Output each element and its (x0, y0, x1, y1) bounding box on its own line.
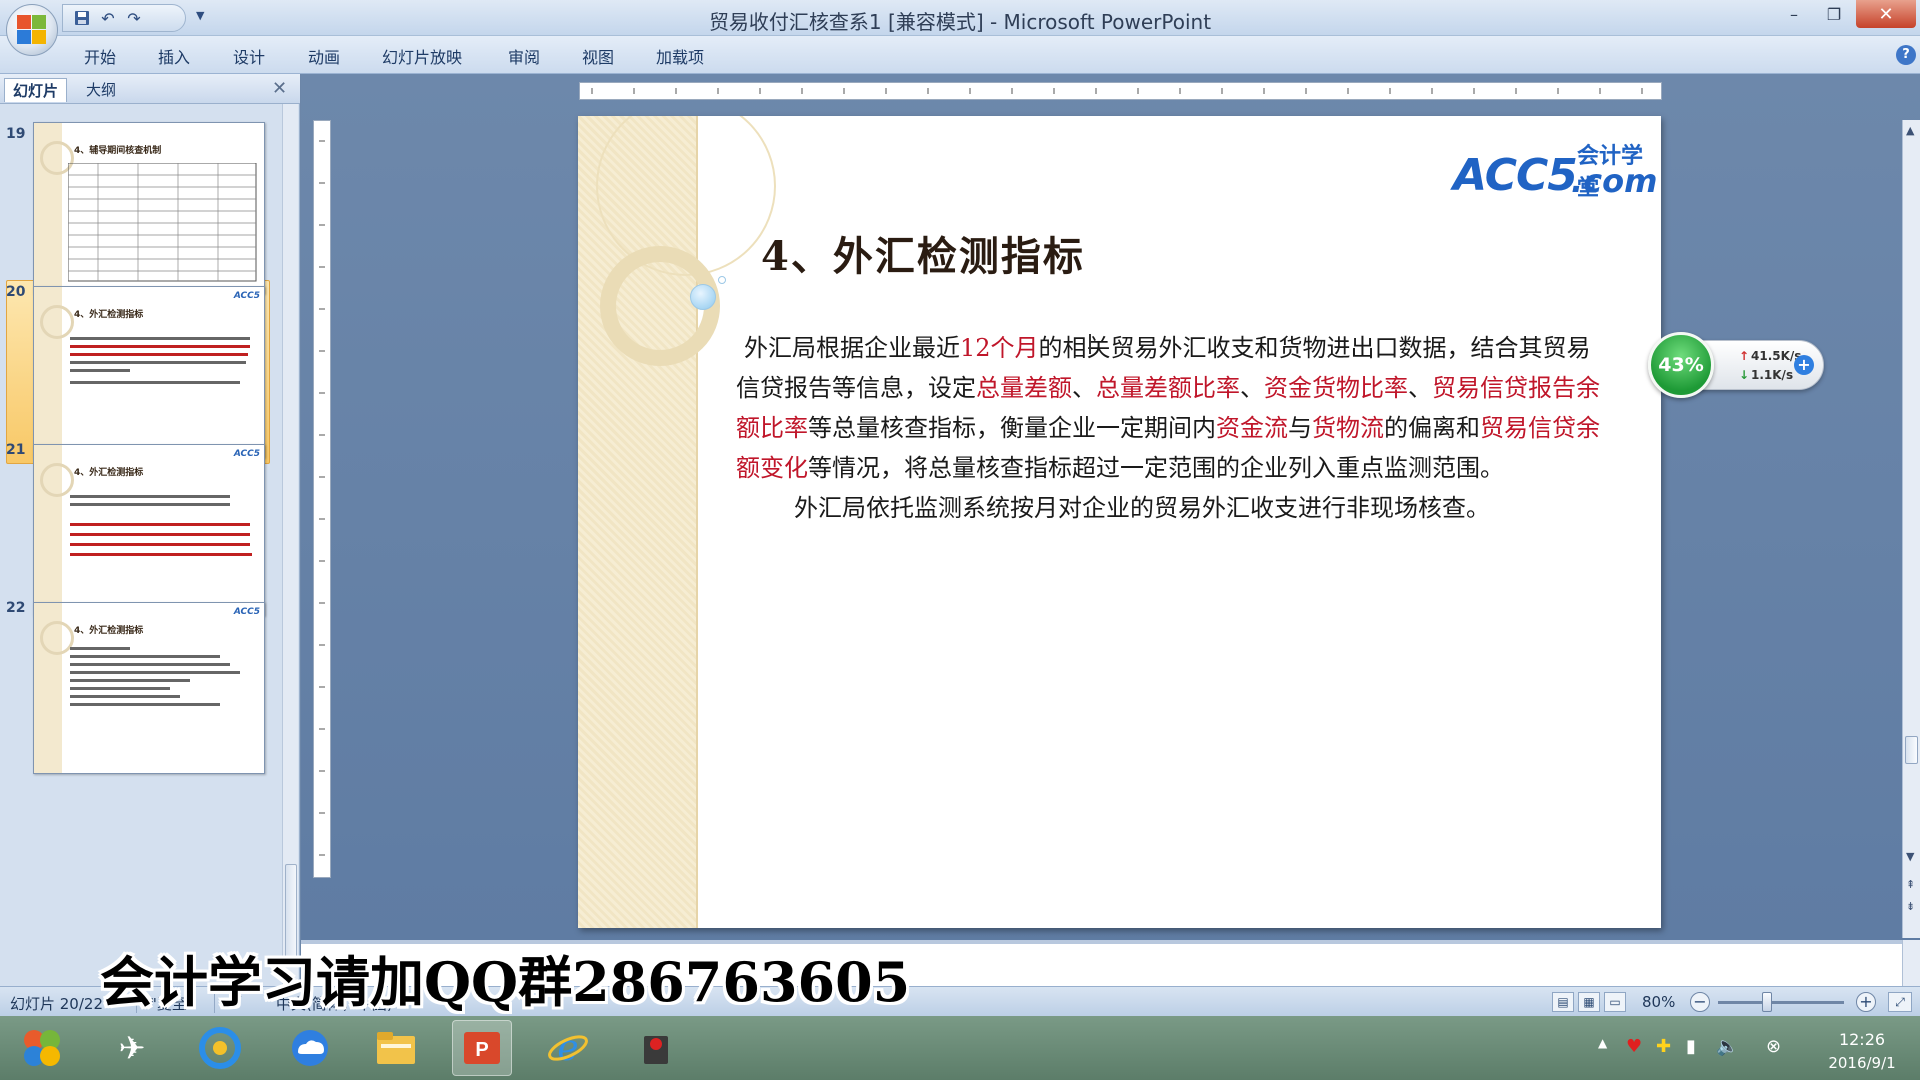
start-icon[interactable] (12, 1020, 72, 1076)
slide-thumbnail-19[interactable]: 4、辅导期间核查机制 (33, 122, 265, 294)
panel-tabs: 幻灯片 大纲 ✕ (0, 74, 300, 104)
tab-design[interactable]: 设计 (233, 44, 265, 68)
slides-panel: 幻灯片 大纲 ✕ 19 4、辅导期间核查机制 20 ACC5 4、外汇检测指标 … (0, 74, 300, 986)
slide-counter: 幻灯片 20/22 (10, 995, 103, 1013)
scroll-up-icon[interactable]: ▲ (1906, 124, 1914, 137)
acc5-logo: ACC5 会计学堂 .com (1453, 128, 1657, 201)
browser-360-icon[interactable] (190, 1020, 250, 1076)
thumbnail-logo-icon: ACC5 (233, 291, 260, 301)
slide-sorter-icon[interactable]: ▦ (1578, 992, 1600, 1012)
next-slide-icon[interactable]: ⇟ (1906, 900, 1915, 913)
editor-scroll-thumb[interactable] (1905, 736, 1918, 764)
notes-scrollbar[interactable] (1902, 940, 1920, 986)
thumbnail-number: 19 (6, 126, 26, 142)
ribbon-tabs: 开始 插入 设计 动画 幻灯片放映 审阅 视图 加载项 ? (0, 36, 1920, 74)
thumbnail-logo-icon: ACC5 (233, 607, 260, 617)
editor-scrollbar[interactable]: ▲ ▼ ⇞ ⇟ (1902, 120, 1920, 938)
recorder-icon[interactable] (626, 1020, 686, 1076)
thumbnail-number: 21 (6, 442, 26, 458)
logo-acc: ACC5 (1453, 150, 1578, 201)
file-explorer-icon[interactable] (366, 1020, 426, 1076)
cloud-app-icon[interactable] (280, 1020, 340, 1076)
tab-animation[interactable]: 动画 (308, 44, 340, 68)
slide-thumbnail-21[interactable]: ACC5 4、外汇检测指标 (33, 444, 265, 616)
thumbnail-number: 22 (6, 600, 26, 616)
zoom-in-button[interactable]: + (1856, 992, 1876, 1012)
office-logo-icon (17, 15, 47, 45)
slide-thumbnail-20[interactable]: ACC5 4、外汇检测指标 (33, 286, 265, 458)
tab-view[interactable]: 视图 (582, 44, 614, 68)
text-cursor-icon (1089, 334, 1091, 354)
tab-slideshow[interactable]: 幻灯片放映 (382, 44, 462, 68)
horizontal-ruler (579, 82, 1662, 100)
tab-slides[interactable]: 幻灯片 (4, 78, 68, 102)
tab-review[interactable]: 审阅 (508, 44, 540, 68)
download-arrow-icon: ↓ (1739, 368, 1750, 382)
thumbnail-title: 4、外汇检测指标 (74, 626, 144, 636)
title-bar: ↶ ↷ ▼ 贸易收付汇核查系1 [兼容模式] - Microsoft Power… (0, 0, 1920, 36)
windows-taskbar: ✈ P e ▲ ♥ ✚ ▮ 🔈 ⊗ 12:26 2016/9/1 (0, 1016, 1920, 1080)
watermark-overlay: 会计学习请加QQ群286763605 (100, 950, 911, 1014)
thumbnail-number: 20 (6, 284, 26, 300)
network-speed-widget[interactable]: ↑ 41.5K/s ↓ 1.1K/s 43% + (1648, 332, 1824, 398)
zoom-slider-track[interactable] (1718, 1001, 1844, 1004)
thumbnail-title: 4、外汇检测指标 (74, 468, 144, 478)
scroll-down-icon[interactable]: ▼ (1906, 850, 1914, 863)
slide-thumbnails: 19 4、辅导期间核查机制 20 ACC5 4、外汇检测指标 21 ACC5 4… (0, 104, 282, 986)
decorative-bubble-icon (718, 276, 726, 284)
notification-tray-icon[interactable]: ⊗ (1766, 1036, 1781, 1057)
thumbnail-title: 4、外汇检测指标 (74, 310, 144, 320)
plus-tray-icon[interactable]: ✚ (1656, 1036, 1671, 1057)
body-paragraph-2: 外汇局依托监测系统按月对企业的贸易外汇收支进行非现场核查。 (794, 494, 1490, 522)
minimize-button[interactable]: – (1772, 0, 1816, 28)
tab-insert[interactable]: 插入 (158, 44, 190, 68)
panel-close-icon[interactable]: ✕ (272, 78, 287, 99)
accelerate-plus-icon[interactable]: + (1794, 355, 1814, 375)
upload-arrow-icon: ↑ (1739, 349, 1750, 363)
clock-date[interactable]: 2016/9/1 (1812, 1054, 1912, 1072)
zoom-slider-thumb[interactable] (1762, 992, 1772, 1012)
svg-text:P: P (475, 1039, 488, 1061)
security-tray-icon[interactable]: ♥ (1626, 1036, 1642, 1057)
body-paragraph-1: 外汇局根据企业最近12个月的相关贸易外汇收支和货物进出口数据，结合其贸易信贷报告… (736, 334, 1600, 482)
volume-tray-icon[interactable]: 🔈 (1716, 1036, 1738, 1057)
tab-home[interactable]: 开始 (84, 44, 116, 68)
tab-addins[interactable]: 加载项 (656, 44, 704, 68)
slide-body-text[interactable]: 外汇局根据企业最近12个月的相关贸易外汇收支和货物进出口数据，结合其贸易信贷报告… (736, 328, 1606, 528)
help-icon[interactable]: ? (1896, 45, 1916, 65)
normal-view-icon[interactable]: ▤ (1552, 992, 1574, 1012)
previous-slide-icon[interactable]: ⇞ (1906, 878, 1915, 891)
panel-scrollbar[interactable] (282, 104, 298, 986)
tab-outline[interactable]: 大纲 (78, 78, 124, 102)
tray-expand-icon[interactable]: ▲ (1598, 1036, 1607, 1050)
fit-window-icon[interactable]: ⤢ (1888, 992, 1912, 1012)
slide-canvas[interactable]: ACC5 会计学堂 .com 4、外汇检测指标 外汇局根据企业最近12个月的相关… (578, 116, 1661, 928)
slide-thumbnail-22[interactable]: ACC5 4、外汇检测指标 (33, 602, 265, 774)
powerpoint-icon[interactable]: P (452, 1020, 512, 1076)
thumbnail-logo-icon: ACC5 (233, 449, 260, 459)
decorative-bubble-icon (690, 284, 716, 310)
thumbnail-title: 4、辅导期间核查机制 (74, 146, 162, 156)
memory-percent[interactable]: 43% (1648, 332, 1714, 398)
ie-icon[interactable]: e (538, 1020, 598, 1076)
close-button[interactable]: ✕ (1856, 0, 1916, 28)
clock-time[interactable]: 12:26 (1824, 1030, 1900, 1049)
window-title: 贸易收付汇核查系1 [兼容模式] - Microsoft PowerPoint (708, 10, 1212, 34)
zoom-out-button[interactable]: − (1690, 992, 1710, 1012)
restore-button[interactable]: ❐ (1812, 0, 1856, 28)
network-tray-icon[interactable]: ▮ (1686, 1036, 1696, 1057)
pin-app-icon[interactable]: ✈ (102, 1020, 162, 1076)
office-button[interactable] (6, 4, 58, 56)
zoom-level[interactable]: 80% (1642, 993, 1675, 1011)
vertical-ruler (313, 120, 331, 878)
download-speed: 1.1K/s (1751, 368, 1794, 382)
svg-text:e: e (557, 1028, 578, 1069)
slide-title[interactable]: 4、外汇检测指标 (761, 224, 1085, 282)
slideshow-view-icon[interactable]: ▭ (1604, 992, 1626, 1012)
logo-com: .com (1571, 162, 1658, 200)
